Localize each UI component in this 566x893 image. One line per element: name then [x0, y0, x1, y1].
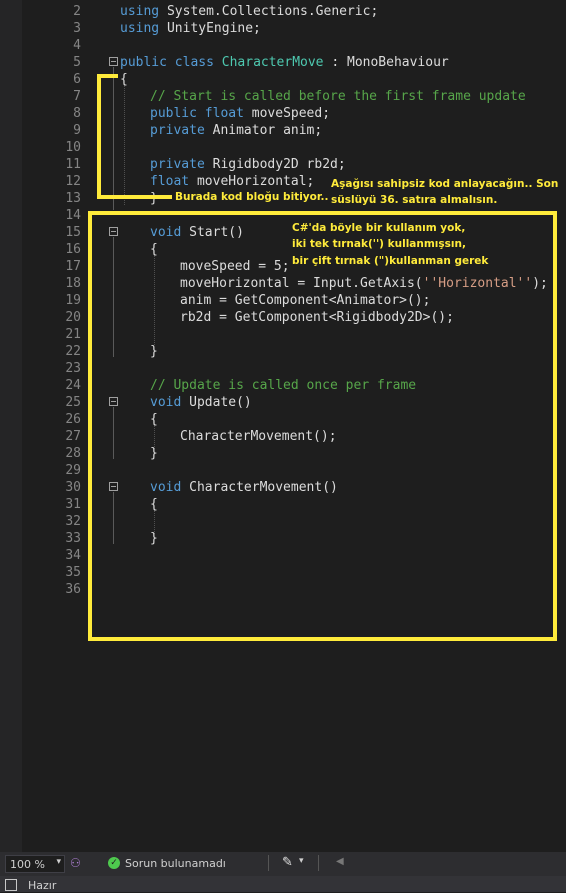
- issues-status[interactable]: Sorun bulunamadı: [125, 857, 226, 870]
- zoom-value: 100 %: [10, 858, 45, 871]
- dropdown-icon: ▾: [56, 857, 61, 867]
- chevron-left-icon[interactable]: ◀: [336, 856, 344, 867]
- annotation-remove-code-1: Aşağısı sahipsiz kod anlayacağın.. Son: [331, 178, 559, 190]
- dropdown-icon[interactable]: ▾: [299, 856, 304, 866]
- annotation-quote-hint-1: C#'da böyle bir kullanım yok,: [292, 222, 466, 234]
- app-status-bar: Hazır: [0, 876, 566, 892]
- annotation-overlay: [88, 74, 557, 641]
- annotation-remove-code-2: süslüyü 36. satıra almalısın.: [331, 194, 498, 206]
- annotation-quote-hint-2: iki tek tırnak('') kullanmışsın,: [292, 238, 466, 250]
- copilot-icon[interactable]: ⚇: [70, 856, 81, 870]
- status-divider: [318, 855, 319, 871]
- annotation-quote-hint-3: bir çift tırnak (")kullanman gerek: [292, 255, 489, 267]
- bracket-annotation: [97, 74, 172, 199]
- check-circle-icon: ✓: [108, 857, 120, 869]
- editor-status-bar: 100 % ▾ ⚇ ✓ Sorun bulunamadı ✎ ▾ ◀: [0, 852, 566, 876]
- ready-status: Hazır: [28, 879, 57, 892]
- status-square-icon: [5, 879, 17, 891]
- highlight-box: [88, 211, 557, 641]
- annotation-block-end: Burada kod bloğu bitiyor..: [175, 191, 329, 203]
- brush-icon[interactable]: ✎: [282, 855, 293, 870]
- zoom-select[interactable]: 100 % ▾: [5, 855, 65, 873]
- status-divider: [268, 855, 269, 871]
